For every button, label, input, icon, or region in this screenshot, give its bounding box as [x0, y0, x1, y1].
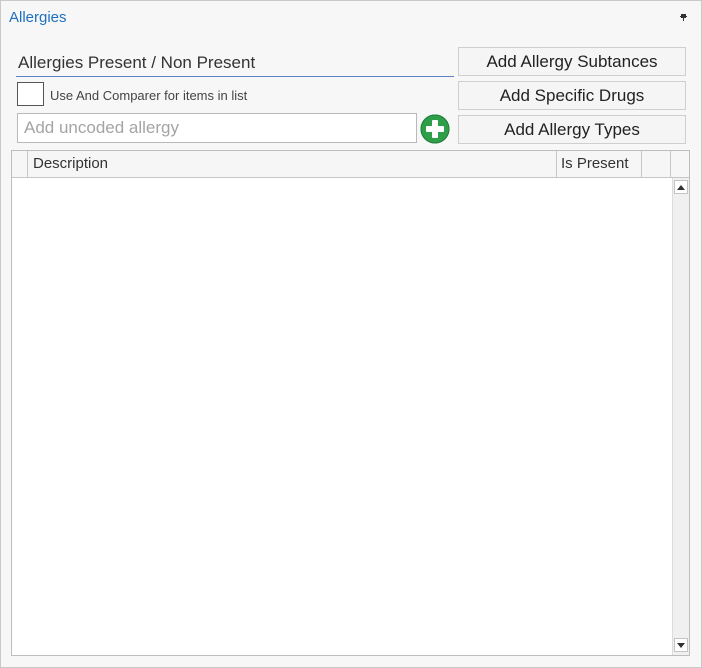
panel-title: Allergies — [9, 9, 67, 26]
and-comparer-label: Use And Comparer for items in list — [50, 88, 248, 103]
scroll-up-button[interactable] — [674, 180, 688, 194]
column-header-extra — [642, 151, 671, 177]
column-header-is-present[interactable]: Is Present — [557, 151, 642, 177]
plus-circle-icon — [420, 114, 450, 144]
allergies-grid: Description Is Present — [11, 150, 690, 656]
section-label: Allergies Present / Non Present — [18, 53, 256, 72]
add-uncoded-allergy-button[interactable] — [420, 114, 450, 144]
section-divider — [16, 76, 454, 77]
allergies-panel: Allergies Allergies Present / Non Presen… — [0, 0, 702, 668]
scroll-down-button[interactable] — [674, 638, 688, 652]
add-specific-drugs-button[interactable]: Add Specific Drugs — [458, 81, 686, 110]
pin-icon[interactable] — [680, 13, 687, 21]
vertical-scrollbar[interactable] — [672, 178, 689, 655]
add-allergy-substances-button[interactable]: Add Allergy Subtances — [458, 47, 686, 76]
caret-down-icon — [677, 642, 685, 648]
add-allergy-types-button[interactable]: Add Allergy Types — [458, 115, 686, 144]
row-header-cell — [12, 151, 28, 177]
grid-body[interactable] — [12, 178, 672, 655]
grid-header: Description Is Present — [12, 151, 689, 178]
column-header-description[interactable]: Description — [28, 151, 557, 177]
uncoded-allergy-input[interactable] — [17, 113, 417, 143]
caret-up-icon — [677, 184, 685, 190]
and-comparer-checkbox[interactable] — [17, 82, 44, 106]
